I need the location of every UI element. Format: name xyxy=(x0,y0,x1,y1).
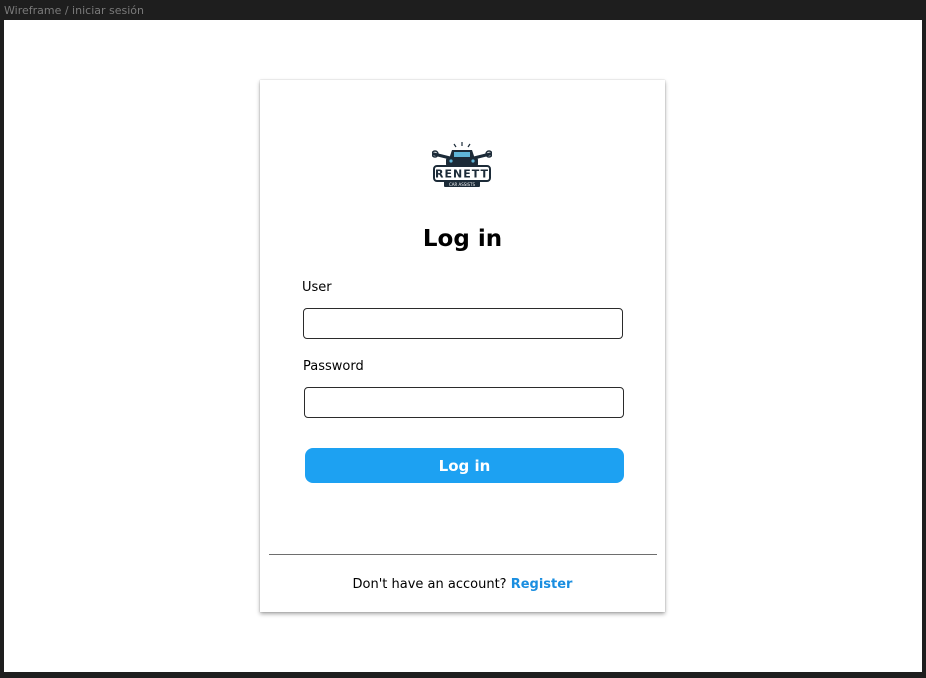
register-prompt: Don't have an account? Register xyxy=(260,577,665,593)
login-card: RENETT CAR ASSISTS Log in User Password … xyxy=(260,80,665,612)
car-logo-icon: RENETT CAR ASSISTS xyxy=(431,140,493,188)
canvas: RENETT CAR ASSISTS Log in User Password … xyxy=(4,20,922,672)
user-input[interactable] xyxy=(303,308,623,339)
logo-brand-text: RENETT xyxy=(435,168,489,181)
password-label: Password xyxy=(303,359,364,374)
logo-tagline: CAR ASSISTS xyxy=(449,182,476,187)
register-link[interactable]: Register xyxy=(511,577,573,592)
login-button[interactable]: Log in xyxy=(305,448,624,483)
page-title: Log in xyxy=(422,226,503,252)
user-label: User xyxy=(302,280,332,295)
register-prompt-text: Don't have an account? xyxy=(352,577,511,592)
divider xyxy=(269,554,657,555)
frame-label: Wireframe / iniciar sesión xyxy=(4,4,144,17)
password-input[interactable] xyxy=(304,387,624,418)
